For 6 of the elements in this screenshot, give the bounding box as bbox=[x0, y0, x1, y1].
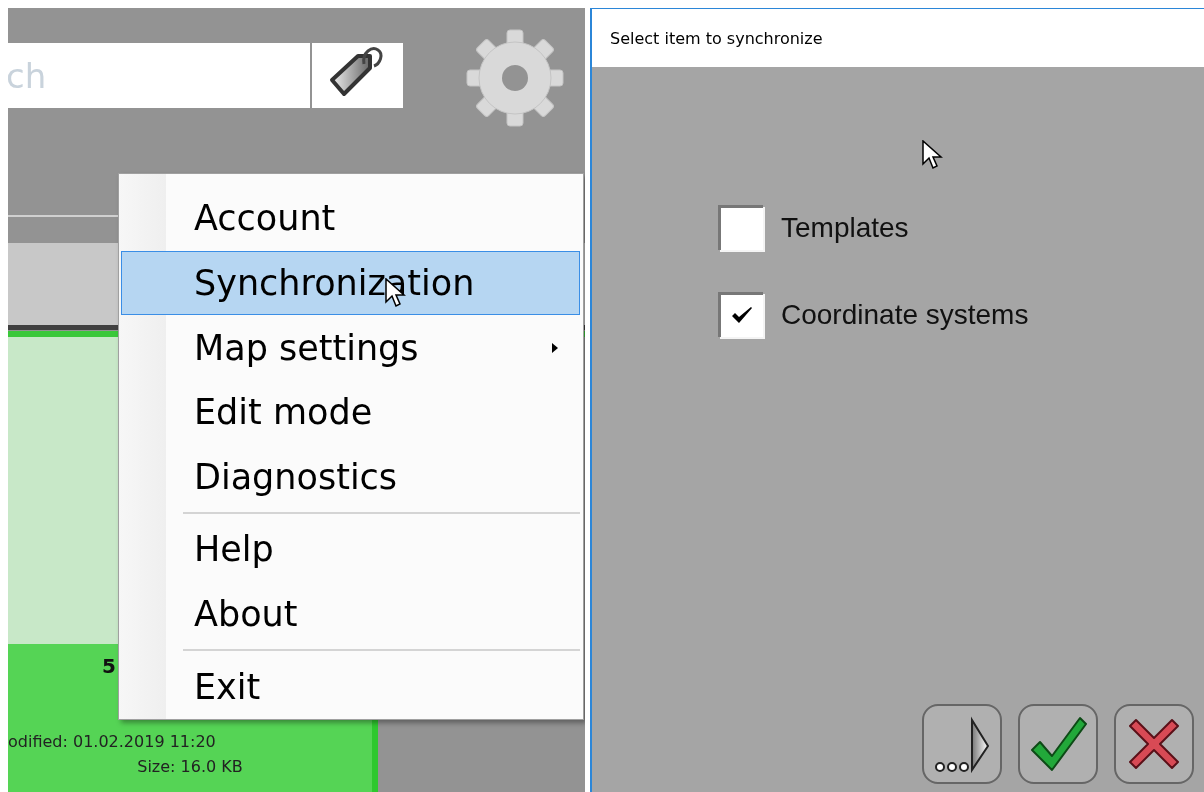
checkbox-label: Templates bbox=[781, 211, 909, 244]
dialog-title: Select item to synchronize bbox=[610, 28, 823, 48]
checkbox-label: Coordinate systems bbox=[781, 298, 1029, 331]
file-title: 5 bbox=[102, 654, 116, 678]
modified-date: odified: 01.02.2019 11:20 bbox=[8, 732, 216, 751]
file-size: Size: 16.0 KB bbox=[137, 757, 243, 776]
